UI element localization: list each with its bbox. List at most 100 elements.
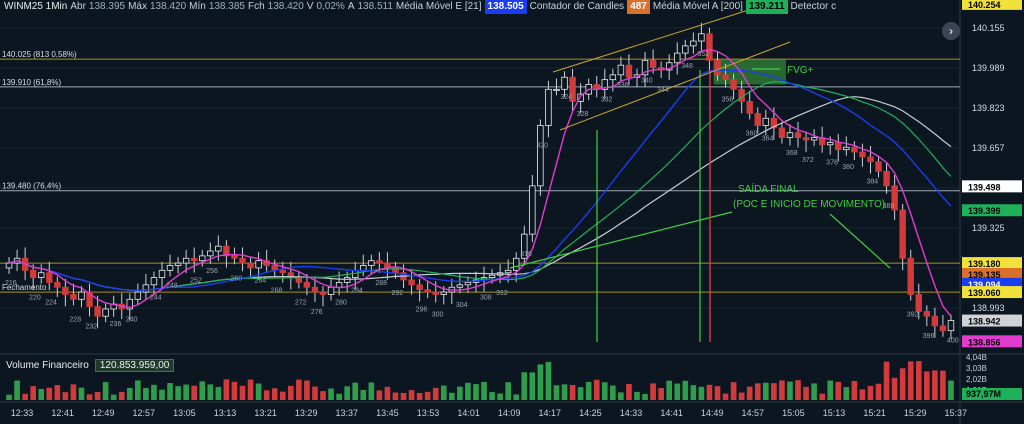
candle-body [690, 40, 697, 47]
chart-header: WINM25 1Min Abr 138.395 Máx 138.420 Mín … [0, 0, 836, 14]
volume-bar [231, 381, 238, 400]
candle-body [231, 255, 238, 259]
candle-body [762, 117, 770, 126]
volume-value: 120.853.959,00 [94, 359, 175, 372]
volume-bar [207, 384, 214, 400]
candle-body [561, 76, 568, 90]
candle-body [255, 260, 262, 269]
volume-bar [924, 371, 930, 400]
volume-bar [352, 382, 359, 400]
candle-count-label: 356 [722, 97, 734, 104]
volume-bar [30, 386, 36, 400]
scroll-right-button[interactable]: › [942, 22, 960, 40]
candle-count-label: 228 [69, 316, 81, 323]
candle-body [150, 277, 158, 286]
candle-body [513, 257, 520, 271]
ma1-value: 138.505 [484, 0, 527, 14]
candle-body [851, 146, 858, 153]
volume-bar [457, 386, 463, 400]
close-label: Fch [247, 1, 265, 12]
candle-count-label: 300 [432, 311, 444, 318]
candle-body [158, 269, 166, 278]
volume-bar [601, 382, 608, 400]
high-value: 138.420 [149, 1, 187, 12]
volume-bar [135, 380, 141, 400]
volume-title: Volume Financeiro [6, 360, 89, 371]
annotation-poc: (POC E INICIO DE MOVIMENTO) [733, 199, 885, 210]
volume-bar [795, 380, 801, 400]
volume-bar [827, 380, 834, 400]
volume-bar [255, 383, 262, 400]
volume-bar [143, 388, 149, 400]
candle-body [730, 79, 737, 90]
volume-tick-label: 4,04B [966, 353, 987, 362]
volume-bar [432, 387, 439, 400]
time-tick-label: 12:57 [133, 408, 156, 418]
volume-bar [907, 361, 914, 400]
volume-bar [553, 385, 560, 400]
price-tick-label: 139.657 [972, 143, 1005, 153]
candles-label[interactable]: Contador de Candles [530, 0, 625, 14]
volume-bar [279, 391, 286, 400]
time-tick-label: 12:41 [51, 408, 74, 418]
price-level-label: 139.910 (61,8%) [2, 78, 61, 87]
time-tick-label: 15:05 [782, 408, 805, 418]
volume-bar [569, 384, 576, 400]
candle-body [5, 262, 13, 269]
candle-body [714, 59, 721, 76]
candle-body [545, 88, 552, 126]
detector-label[interactable]: Detector c [791, 0, 837, 14]
candle-count-label: 352 [697, 51, 709, 58]
volume-bar [505, 382, 511, 400]
volume-bar [610, 385, 616, 400]
volume-bar [746, 386, 753, 400]
volume-bar [771, 383, 777, 400]
candle-body [722, 74, 729, 81]
candle-body [303, 282, 311, 288]
volume-bar [78, 387, 85, 400]
candle-count-label: 324 [561, 94, 573, 101]
candle-body [674, 52, 681, 64]
candle-body [504, 269, 512, 274]
candle-body [247, 262, 254, 269]
candle-count-label: 368 [786, 150, 798, 157]
candle-body [875, 161, 882, 172]
volume-tick-label: 2,02B [966, 375, 987, 384]
candle-body [810, 137, 818, 141]
candle-body [649, 59, 657, 68]
time-tick-label: 15:13 [823, 408, 846, 418]
time-tick-label: 13:45 [376, 408, 399, 418]
volume-bar [722, 393, 729, 400]
volume-bar [368, 382, 375, 400]
candle-body [343, 277, 351, 283]
low-value: 138.385 [208, 1, 245, 12]
ma2-label[interactable]: Média Móvel A [200] [653, 0, 743, 14]
time-tick-label: 14:09 [498, 408, 521, 418]
volume-bar [320, 391, 326, 400]
volume-bar [110, 394, 117, 400]
candle-body [537, 125, 544, 187]
candle-body [215, 245, 222, 252]
symbol-label[interactable]: WINM25 1Min [4, 0, 67, 14]
time-tick-label: 15:21 [863, 408, 886, 418]
time-tick-label: 15:37 [945, 408, 968, 418]
candle-body [424, 289, 431, 293]
volume-bar [843, 387, 850, 400]
volume-bar [521, 372, 528, 400]
volume-bar [215, 386, 222, 400]
candle-count-label: 276 [311, 309, 323, 316]
volume-bar [754, 383, 761, 400]
candle-body [102, 308, 109, 317]
candle-body [408, 279, 415, 286]
ma1-label[interactable]: Média Móvel E [21] [396, 0, 482, 14]
volume-bar [296, 379, 302, 400]
low-label: Mín [189, 1, 206, 12]
volume-bar [497, 393, 503, 400]
candle-count-label: 320 [536, 143, 548, 150]
time-tick-label: 13:13 [214, 408, 237, 418]
candle-body [802, 137, 810, 141]
volume-bar [336, 393, 342, 400]
candle-body [182, 257, 190, 264]
candles-value: 487 [627, 0, 650, 14]
time-tick-label: 15:29 [904, 408, 927, 418]
